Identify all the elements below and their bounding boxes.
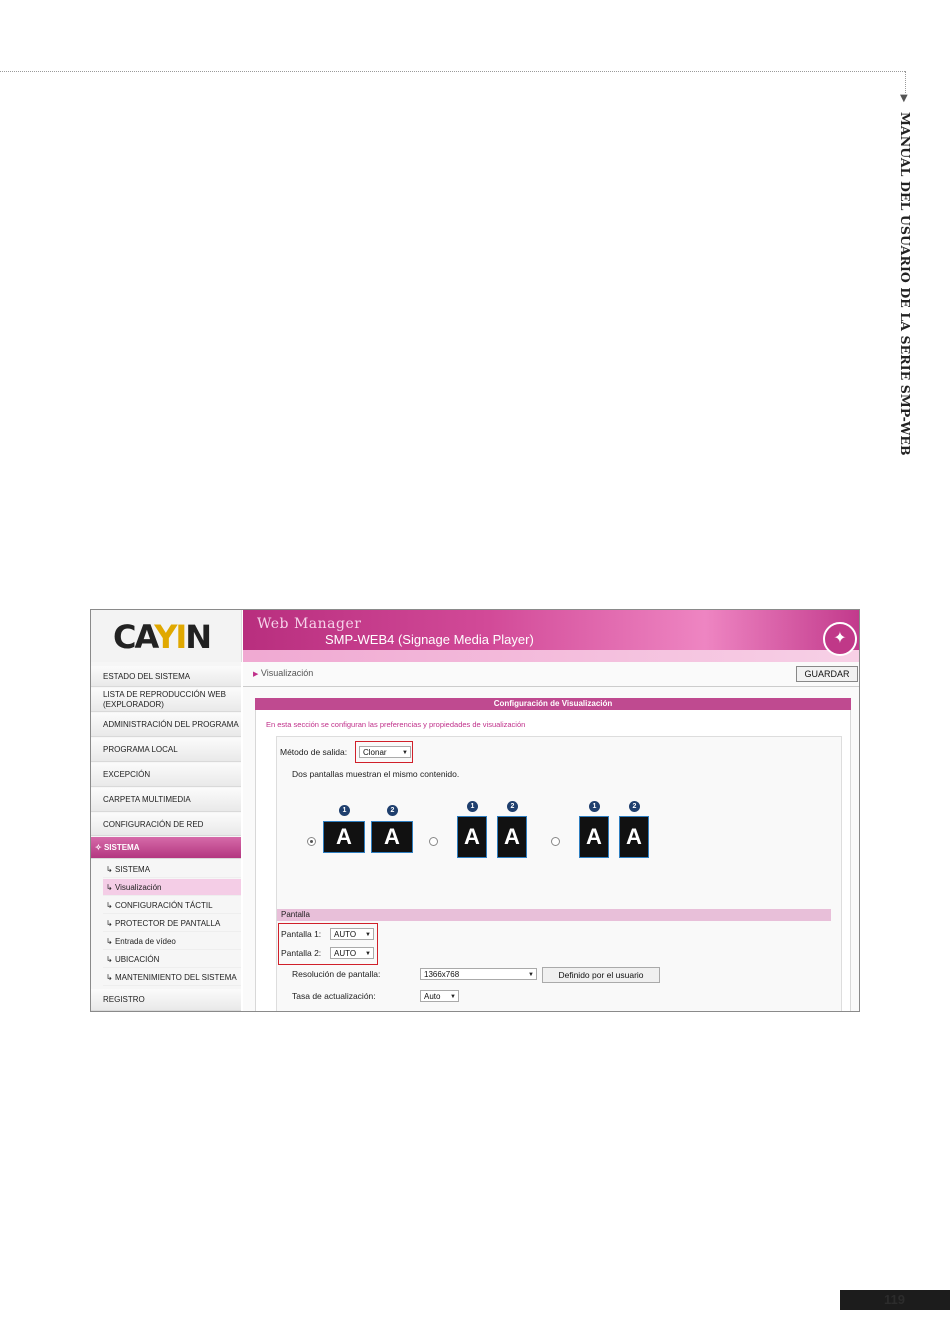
radio-clone[interactable] <box>307 837 316 846</box>
menu-item-excepcion[interactable]: EXCEPCIÓN <box>91 763 241 787</box>
subitem-arrow-icon: ↳ <box>106 919 113 928</box>
monitor-number-1: 1 <box>467 801 478 812</box>
display-settings-box: Método de salida: Clonar ▼ Dos pantallas … <box>276 736 842 1011</box>
monitor-portrait: A <box>619 816 649 858</box>
resolution-value: 1366x768 <box>424 970 460 979</box>
refresh-label: Tasa de actualización: <box>292 991 376 1001</box>
pantalla-section-header: Pantalla <box>277 909 831 921</box>
header-stripe <box>243 650 859 662</box>
highlight-box <box>355 741 413 763</box>
resolution-label: Resolución de pantalla: <box>292 969 381 979</box>
menu-item-programa-local[interactable]: PROGRAMA LOCAL <box>91 738 241 762</box>
panel-title: Configuración de Visualización <box>255 698 851 710</box>
monitor-number-1: 1 <box>339 805 350 816</box>
submenu-item-sistema[interactable]: ↳ SISTEMA <box>103 861 241 878</box>
subitem-arrow-icon: ↳ <box>106 955 113 964</box>
top-dotted-rule <box>0 71 905 72</box>
save-button[interactable]: GUARDAR <box>796 666 858 682</box>
submenu-label: SISTEMA <box>114 865 151 874</box>
corner-dotted-rule <box>905 71 906 93</box>
radio-portrait[interactable] <box>429 837 438 846</box>
output-description: Dos pantallas muestran el mismo contenid… <box>292 769 460 779</box>
subitem-arrow-icon: ↳ <box>106 865 113 874</box>
submenu-label: PROTECTOR DE PANTALLA <box>114 919 221 928</box>
output-method-label: Método de salida: <box>280 747 348 757</box>
user-defined-button[interactable]: Definido por el usuario <box>542 967 660 983</box>
monitor-number-1: 1 <box>589 801 600 812</box>
radio-portrait-alt[interactable] <box>551 837 560 846</box>
web-manager-screenshot: CAYIN Web Manager SMP-WEB4 (Signage Medi… <box>90 609 860 1012</box>
menu-item-registro[interactable]: REGISTRO <box>91 989 241 1011</box>
monitor-portrait: A <box>457 816 487 858</box>
page-number-label: 119 <box>884 1292 905 1307</box>
page-number: 119 <box>840 1290 950 1310</box>
magic-wand-icon[interactable]: ✦ <box>823 622 857 656</box>
menu-item-config-red[interactable]: CONFIGURACIÓN DE RED <box>91 813 241 836</box>
header-subtitle: SMP-WEB4 (Signage Media Player) <box>325 632 534 647</box>
dropdown-arrow-icon: ▼ <box>450 994 456 1000</box>
monitor-landscape: A <box>323 821 365 853</box>
menu-item-carpeta[interactable]: CARPETA MULTIMEDIA <box>91 788 241 812</box>
menu-item-lista-web[interactable]: LISTA DE REPRODUCCIÓN WEB (EXPLORADOR) <box>91 688 241 712</box>
submenu-item-ubicacion[interactable]: ↳ UBICACIÓN <box>103 951 241 968</box>
monitor-number-2: 2 <box>387 805 398 816</box>
menu-item-sistema[interactable]: ✧ SISTEMA <box>91 837 241 859</box>
submenu-label: Entrada de vídeo <box>114 937 176 946</box>
header-title: Web Manager <box>257 616 362 632</box>
menu-item-estado[interactable]: ESTADO DEL SISTEMA <box>91 666 241 687</box>
submenu-item-entrada-video[interactable]: ↳ Entrada de vídeo <box>103 933 241 950</box>
refresh-select[interactable]: Auto ▼ <box>420 990 459 1002</box>
monitor-number-2: 2 <box>507 801 518 812</box>
submenu-item-visualizacion[interactable]: ↳ Visualización <box>103 879 241 896</box>
monitor-portrait: A <box>497 816 527 858</box>
submenu-label: Visualización <box>114 883 162 892</box>
cayin-logo: CAYIN <box>113 618 212 656</box>
arrow-down-icon: ▼ <box>900 93 908 104</box>
submenu-item-mantenimiento[interactable]: ↳ MANTENIMIENTO DEL SISTEMA <box>103 969 241 986</box>
breadcrumb-label: Visualización <box>260 668 314 678</box>
menu-item-sistema-label: SISTEMA <box>103 843 140 852</box>
monitor-number-2: 2 <box>629 801 640 812</box>
monitor-landscape: A <box>371 821 413 853</box>
submenu-label: CONFIGURACIÓN TÁCTIL <box>114 901 213 910</box>
panel-intro: En esta sección se configuran las prefer… <box>266 720 526 729</box>
highlight-box <box>278 923 378 965</box>
dropdown-arrow-icon: ▼ <box>528 972 534 978</box>
monitor-portrait: A <box>579 816 609 858</box>
submenu-label: MANTENIMIENTO DEL SISTEMA <box>114 973 237 982</box>
menu-item-administracion[interactable]: ADMINISTRACIÓN DEL PROGRAMA <box>91 713 241 737</box>
subitem-arrow-icon: ↳ <box>106 973 113 982</box>
breadcrumb: ▶ Visualización <box>253 668 313 678</box>
submenu-label: UBICACIÓN <box>114 955 160 964</box>
settings-panel: En esta sección se configuran las prefer… <box>255 710 851 1011</box>
submenu-item-tactil[interactable]: ↳ CONFIGURACIÓN TÁCTIL <box>103 897 241 914</box>
side-title: MANUAL DEL USUARIO DE LA SERIE SMP-WEB <box>898 112 913 456</box>
sidebar-menu: ESTADO DEL SISTEMA LISTA DE REPRODUCCIÓN… <box>91 662 241 1011</box>
subitem-arrow-icon: ↳ <box>106 883 113 892</box>
logo-area: CAYIN <box>91 610 242 662</box>
divider <box>243 686 859 687</box>
submenu-item-protector[interactable]: ↳ PROTECTOR DE PANTALLA <box>103 915 241 932</box>
triangle-right-icon: ▶ <box>253 671 259 678</box>
subitem-arrow-icon: ↳ <box>106 901 113 910</box>
refresh-value: Auto <box>424 992 441 1001</box>
resolution-select[interactable]: 1366x768 ▼ <box>420 968 537 980</box>
subitem-arrow-icon: ↳ <box>106 937 113 946</box>
star-icon: ✧ <box>95 843 102 852</box>
main-content: ▶ Visualización GUARDAR Configuración de… <box>243 662 859 1011</box>
